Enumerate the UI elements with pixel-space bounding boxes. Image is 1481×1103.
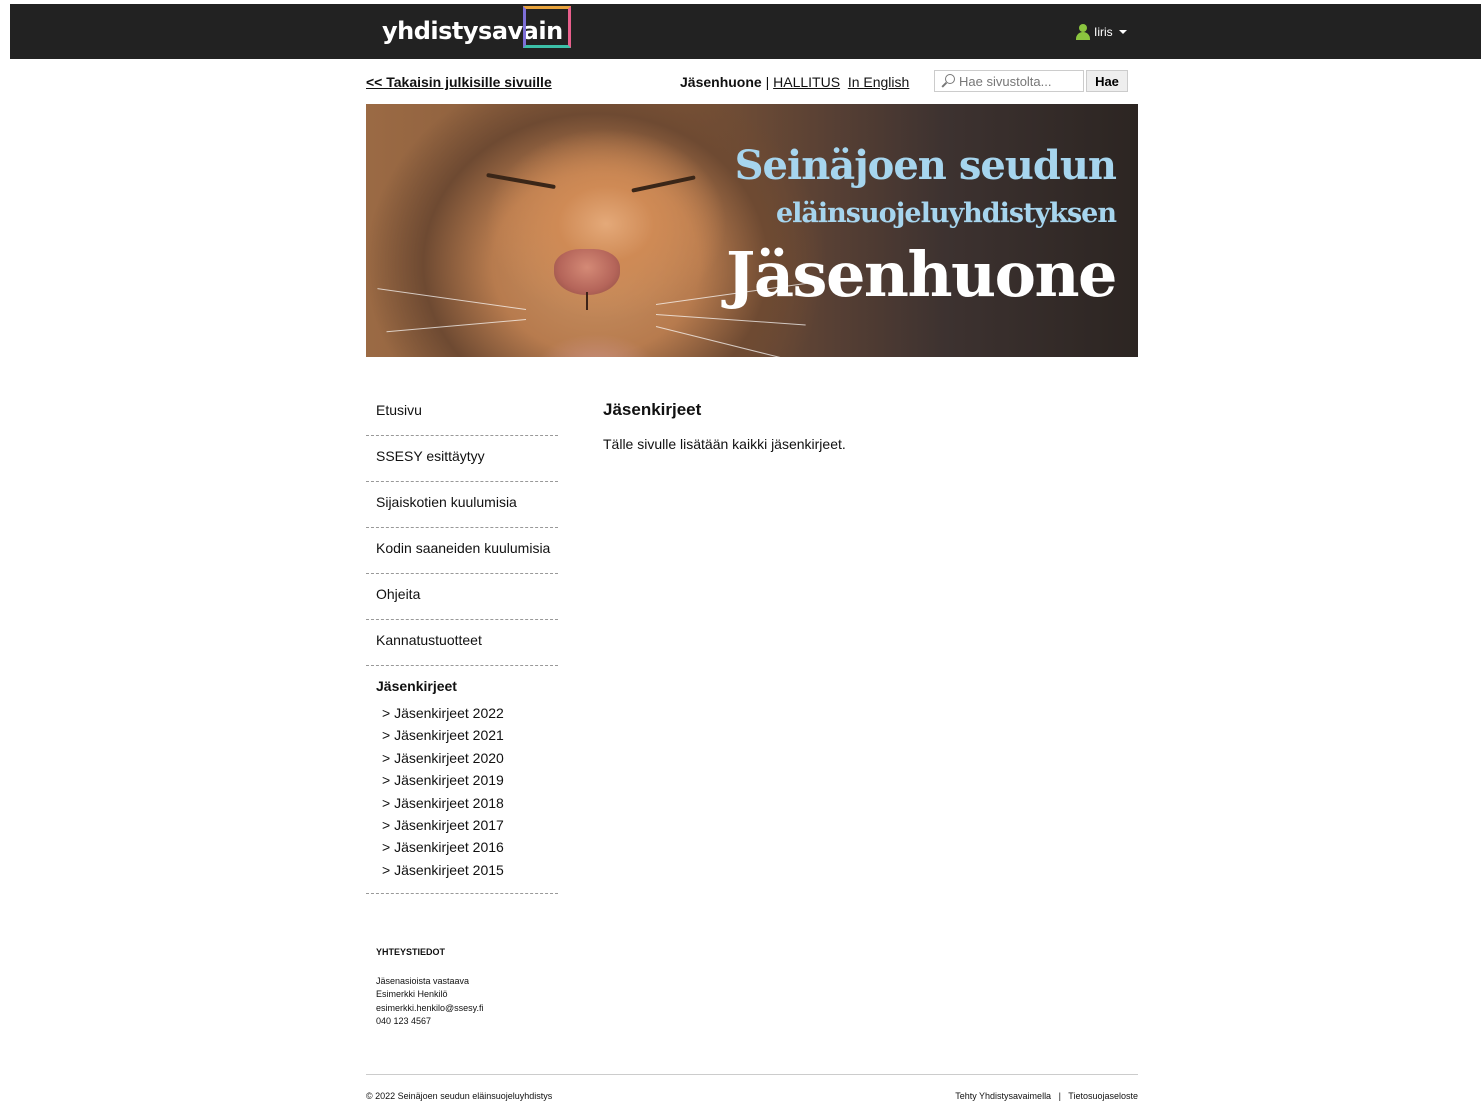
user-menu[interactable]: Iiris (1076, 24, 1127, 40)
sidebar-divider (366, 893, 558, 895)
banner-title-line1: Seinäjoen seudun (734, 142, 1117, 189)
sidebar-sub-list: > Jäsenkirjeet 2022 > Jäsenkirjeet 2021 … (366, 702, 558, 881)
logo-frame-icon (522, 6, 571, 48)
sidebar-item-etusivu[interactable]: Etusivu (366, 390, 558, 436)
sidebar-item-ohjeita[interactable]: Ohjeita (366, 574, 558, 620)
header-banner: Seinäjoen seudun eläinsuojeluyhdistyksen… (366, 104, 1138, 357)
footer-divider (366, 1074, 1138, 1075)
search-input[interactable] (959, 73, 1079, 89)
banner-title-line2: eläinsuojeluyhdistyksen (775, 198, 1117, 229)
footer-separator: | (1058, 1091, 1061, 1101)
section-links: Jäsenhuone | HALLITUS In English (680, 74, 909, 90)
sidebar-subitem-2022[interactable]: > Jäsenkirjeet 2022 (382, 702, 558, 724)
sidebar-subitem-2021[interactable]: > Jäsenkirjeet 2021 (382, 724, 558, 746)
whisker (386, 319, 527, 333)
sidebar-item-ssesy-esittaytyy[interactable]: SSESY esittäytyy (366, 436, 558, 482)
footer-links: Tehty Yhdistysavaimella | Tietosuojaselo… (955, 1091, 1138, 1101)
contact-name: Esimerkki Henkilö (376, 989, 448, 999)
privacy-link[interactable]: Tietosuojaseloste (1068, 1091, 1138, 1101)
whisker (655, 314, 806, 326)
contact-role: Jäsenasioista vastaava (376, 975, 470, 986)
sidebar-subitem-2020[interactable]: > Jäsenkirjeet 2020 (382, 747, 558, 769)
board-link[interactable]: HALLITUS (773, 74, 840, 90)
chevron-down-icon (1118, 30, 1127, 34)
site-logo[interactable]: yhdistysavain (380, 6, 571, 52)
sub-navigation: << Takaisin julkisille sivuille Jäsenhuo… (366, 70, 1138, 94)
separator: | (765, 74, 770, 90)
search-icon (941, 74, 955, 88)
current-section: Jäsenhuone (680, 74, 762, 90)
sidebar-subitem-2018[interactable]: > Jäsenkirjeet 2018 (382, 792, 558, 814)
footer-copyright: © 2022 Seinäjoen seudun eläinsuojeluyhdi… (366, 1091, 553, 1101)
cat-mouth (586, 292, 588, 310)
sidebar-subitem-2019[interactable]: > Jäsenkirjeet 2019 (382, 769, 558, 791)
cat-eye-left (486, 172, 556, 190)
english-link[interactable]: In English (848, 74, 909, 90)
top-bar: yhdistysavain Iiris (10, 4, 1481, 59)
page-title: Jäsenkirjeet (603, 400, 702, 419)
sidebar-subitem-2017[interactable]: > Jäsenkirjeet 2017 (382, 814, 558, 836)
cat-eye-right (631, 175, 696, 193)
cat-nose (554, 249, 620, 295)
sidebar-item-sijaiskotien-kuulumisia[interactable]: Sijaiskotien kuulumisia (366, 482, 558, 528)
contact-phone: 040 123 4567 (376, 1016, 432, 1026)
back-to-public-link[interactable]: << Takaisin julkisille sivuille (366, 74, 552, 90)
sidebar-subitem-2015[interactable]: > Jäsenkirjeet 2015 (382, 859, 558, 881)
contact-heading: YHTEYSTIEDOT (376, 947, 446, 957)
sidebar-subitem-2016[interactable]: > Jäsenkirjeet 2016 (382, 836, 558, 858)
whisker (377, 288, 527, 310)
sidebar-nav: Etusivu SSESY esittäytyy Sijaiskotien ku… (366, 390, 558, 895)
sidebar-item-kodin-saaneiden-kuulumisia[interactable]: Kodin saaneiden kuulumisia (366, 528, 558, 574)
page-text: Tälle sivulle lisätään kaikki jäsenkirje… (603, 436, 846, 452)
sidebar-item-kannatustuotteet[interactable]: Kannatustuotteet (366, 620, 558, 666)
main-content: Jäsenkirjeet Tälle sivulle lisätään kaik… (603, 400, 1138, 452)
banner-title-line3: Jäsenhuone (726, 238, 1117, 311)
made-with-link[interactable]: Tehty Yhdistysavaimella (955, 1091, 1051, 1101)
sidebar-item-jasenkirjeet[interactable]: Jäsenkirjeet (366, 666, 558, 702)
user-icon (1076, 24, 1090, 40)
contact-email[interactable]: esimerkki.henkilo@ssesy.fi (376, 1002, 484, 1016)
search-button[interactable]: Hae (1086, 70, 1128, 92)
user-name: Iiris (1094, 25, 1113, 39)
whisker (655, 326, 792, 357)
search-box (934, 70, 1084, 92)
contact-info: YHTEYSTIEDOT Jäsenasioista vastaava Esim… (376, 946, 484, 1029)
